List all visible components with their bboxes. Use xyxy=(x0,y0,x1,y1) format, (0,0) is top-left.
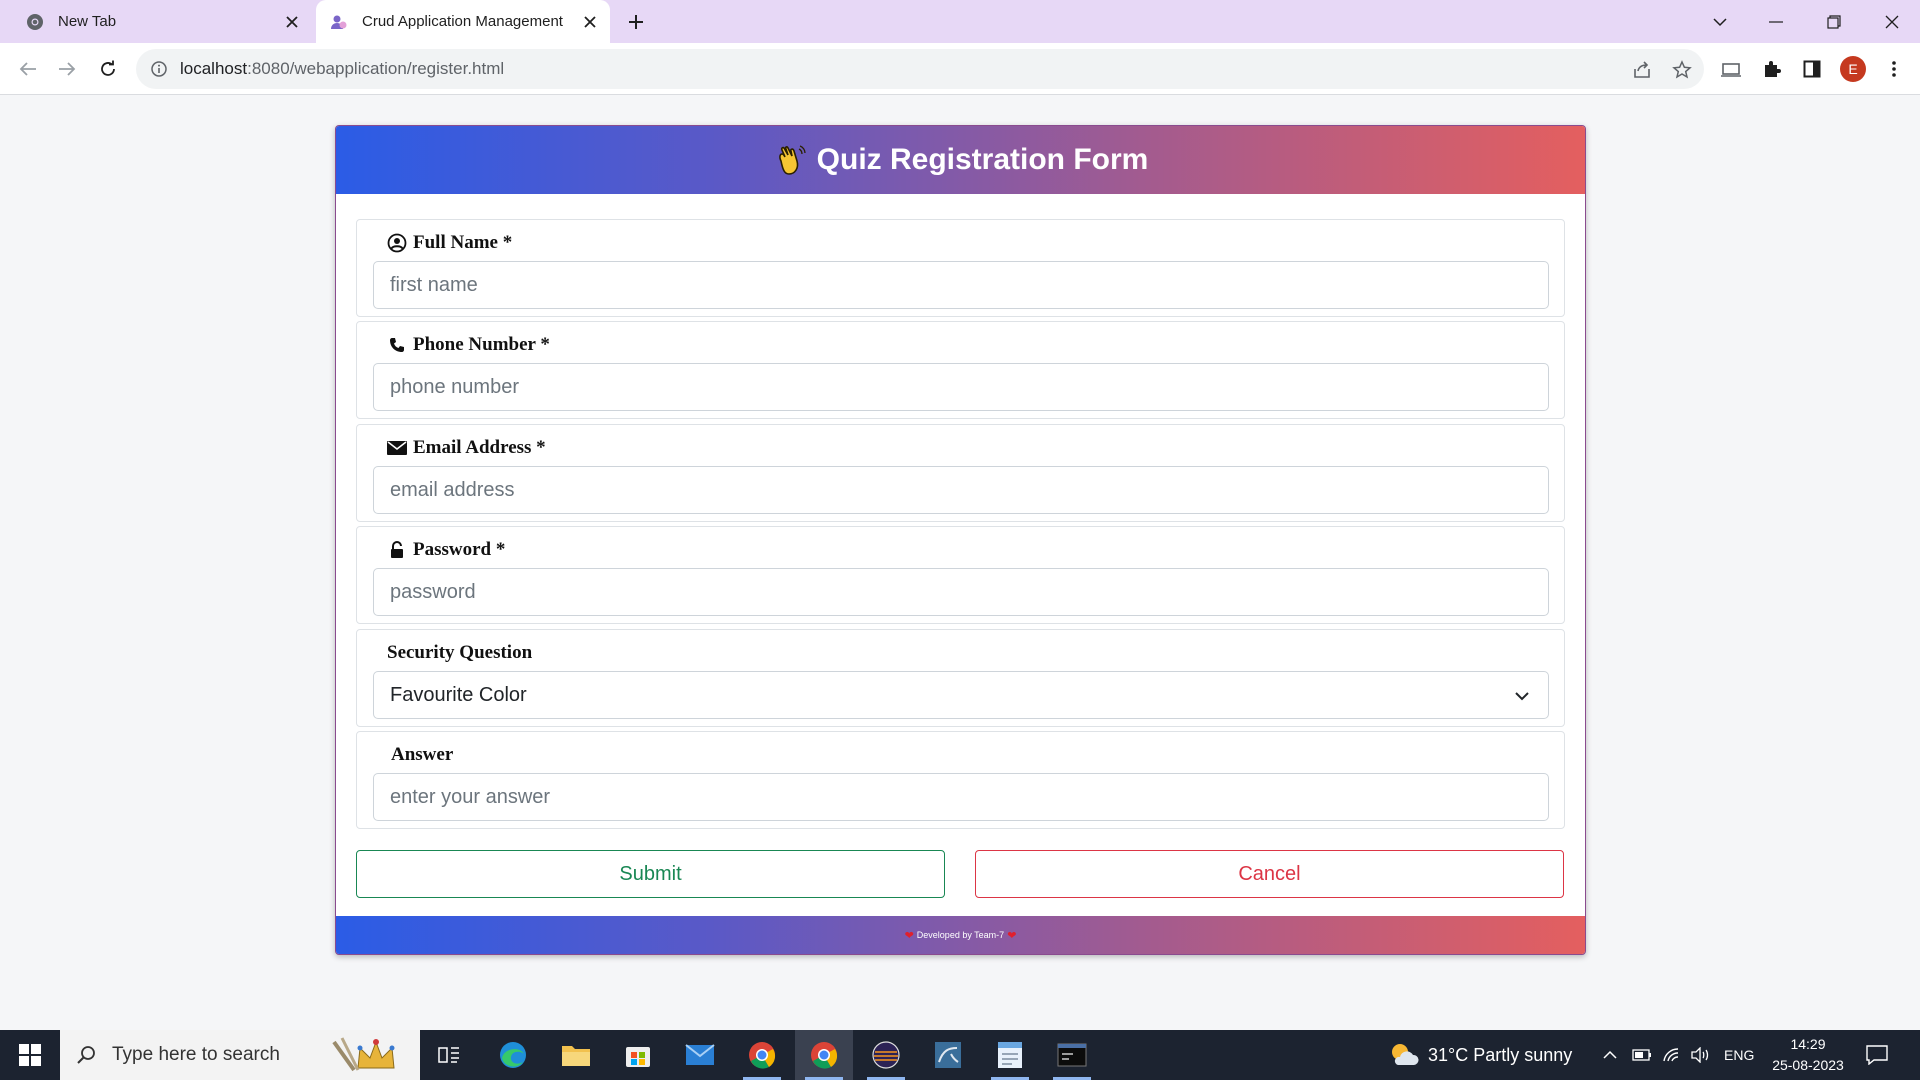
card-header: Quiz Registration Form xyxy=(336,126,1585,194)
reload-icon[interactable] xyxy=(94,55,122,83)
phone-number-input[interactable]: phone number xyxy=(373,363,1549,411)
chrome-taskbar-icon[interactable] xyxy=(733,1030,791,1080)
phone-number-group: Phone Number * phone number xyxy=(356,321,1565,419)
registration-card: Quiz Registration Form Full Name * first… xyxy=(335,125,1586,955)
windows-start-button[interactable] xyxy=(0,1030,60,1080)
search-placeholder: Type here to search xyxy=(112,1044,280,1065)
forward-arrow-icon[interactable] xyxy=(53,55,81,83)
lock-icon xyxy=(387,540,407,560)
mysql-console-icon[interactable] xyxy=(1043,1030,1101,1080)
phone-number-label: Phone Number * xyxy=(387,334,550,356)
notifications-icon[interactable] xyxy=(1866,1030,1888,1080)
taskbar-search-box[interactable]: Type here to search xyxy=(60,1030,420,1080)
edge-browser-icon[interactable] xyxy=(484,1030,542,1080)
clock-time: 14:29 xyxy=(1790,1036,1826,1052)
email-address-label: Email Address * xyxy=(387,437,546,459)
security-question-label: Security Question xyxy=(387,642,533,663)
url-text: localhost:8080/webapplication/register.h… xyxy=(180,59,505,78)
task-view-icon[interactable] xyxy=(420,1030,478,1080)
file-explorer-icon[interactable] xyxy=(547,1030,605,1080)
close-window-icon[interactable] xyxy=(1878,8,1906,36)
tab-new-tab[interactable]: New Tab xyxy=(12,0,312,43)
share-icon[interactable] xyxy=(1631,59,1653,81)
browser-menu-icon[interactable] xyxy=(1882,57,1906,81)
security-question-group: Security Question Favourite Color xyxy=(356,629,1565,727)
mail-icon[interactable] xyxy=(671,1030,729,1080)
crown-illustration-icon xyxy=(332,1037,395,1072)
wifi-icon[interactable] xyxy=(1662,1030,1682,1080)
password-input[interactable]: password xyxy=(373,568,1549,616)
email-address-input[interactable]: email address xyxy=(373,466,1549,514)
chrome-profile-taskbar-icon[interactable] xyxy=(795,1030,853,1080)
tab-title: Crud Application Management xyxy=(362,13,563,30)
taskbar-clock[interactable]: 14:29 25-08-2023 xyxy=(1760,1034,1856,1076)
weather-text: 31°C Partly sunny xyxy=(1428,1044,1573,1065)
profile-avatar[interactable]: E xyxy=(1840,56,1866,82)
heart-icon: ❤ xyxy=(904,929,914,942)
side-panel-icon[interactable] xyxy=(1800,57,1824,81)
answer-label: Answer xyxy=(391,744,454,765)
card-footer: ❤ Developed by Team-7 ❤ xyxy=(336,916,1585,954)
search-icon xyxy=(74,1043,98,1067)
app-favicon-icon xyxy=(330,13,348,31)
close-tab-icon[interactable] xyxy=(580,12,600,32)
heart-icon: ❤ xyxy=(1007,929,1017,942)
site-info-icon[interactable] xyxy=(150,60,168,78)
volume-icon[interactable] xyxy=(1690,1030,1710,1080)
chrome-icon xyxy=(26,13,44,31)
microsoft-store-icon[interactable] xyxy=(609,1030,667,1080)
language-indicator[interactable]: ENG xyxy=(1724,1030,1754,1080)
battery-icon[interactable] xyxy=(1632,1030,1652,1080)
browser-tab-bar: New Tab Crud Application Management xyxy=(0,0,1920,43)
extensions-puzzle-icon[interactable] xyxy=(1760,57,1784,81)
envelope-icon xyxy=(387,438,407,458)
cancel-button[interactable]: Cancel xyxy=(975,850,1564,898)
password-label: Password * xyxy=(387,539,505,561)
address-bar[interactable]: localhost:8080/webapplication/register.h… xyxy=(136,49,1704,89)
password-group: Password * password xyxy=(356,526,1565,624)
submit-button[interactable]: Submit xyxy=(356,850,945,898)
full-name-input[interactable]: first name xyxy=(373,261,1549,309)
chevron-down-icon xyxy=(1514,684,1530,707)
cast-icon[interactable] xyxy=(1719,57,1743,81)
show-hidden-icons-chevron-icon[interactable] xyxy=(1602,1030,1618,1080)
restore-icon[interactable] xyxy=(1820,8,1848,36)
notepad-app-icon[interactable] xyxy=(981,1030,1039,1080)
footer-text: Developed by Team-7 xyxy=(916,930,1005,940)
browser-toolbar: localhost:8080/webapplication/register.h… xyxy=(0,43,1920,95)
email-address-group: Email Address * email address xyxy=(356,424,1565,522)
waving-hand-icon xyxy=(773,143,807,177)
mysql-workbench-icon[interactable] xyxy=(919,1030,977,1080)
answer-group: Answer enter your answer xyxy=(356,731,1565,829)
form-title: Quiz Registration Form xyxy=(816,143,1149,176)
tab-crud-application[interactable]: Crud Application Management xyxy=(316,0,610,43)
partly-sunny-icon xyxy=(1392,1044,1419,1065)
phone-icon xyxy=(387,335,407,355)
bookmark-star-icon[interactable] xyxy=(1671,59,1693,81)
answer-input[interactable]: enter your answer xyxy=(373,773,1549,821)
full-name-label: Full Name * xyxy=(387,232,512,254)
minimize-icon[interactable] xyxy=(1762,8,1790,36)
tab-search-chevron-icon[interactable] xyxy=(1706,8,1734,36)
new-tab-button[interactable] xyxy=(622,8,650,36)
back-arrow-icon[interactable] xyxy=(14,55,42,83)
security-question-select[interactable]: Favourite Color xyxy=(373,671,1549,719)
clock-date: 25-08-2023 xyxy=(1772,1057,1844,1073)
weather-widget[interactable]: 31°C Partly sunny xyxy=(1388,1030,1572,1080)
close-tab-icon[interactable] xyxy=(282,12,302,32)
tab-title: New Tab xyxy=(58,13,117,30)
user-circle-icon xyxy=(387,233,407,253)
windows-taskbar: Type here to search 31°C Partly sunny EN… xyxy=(0,1030,1920,1080)
full-name-group: Full Name * first name xyxy=(356,219,1565,317)
security-question-value: Favourite Color xyxy=(390,683,527,706)
eclipse-ide-icon[interactable] xyxy=(857,1030,915,1080)
